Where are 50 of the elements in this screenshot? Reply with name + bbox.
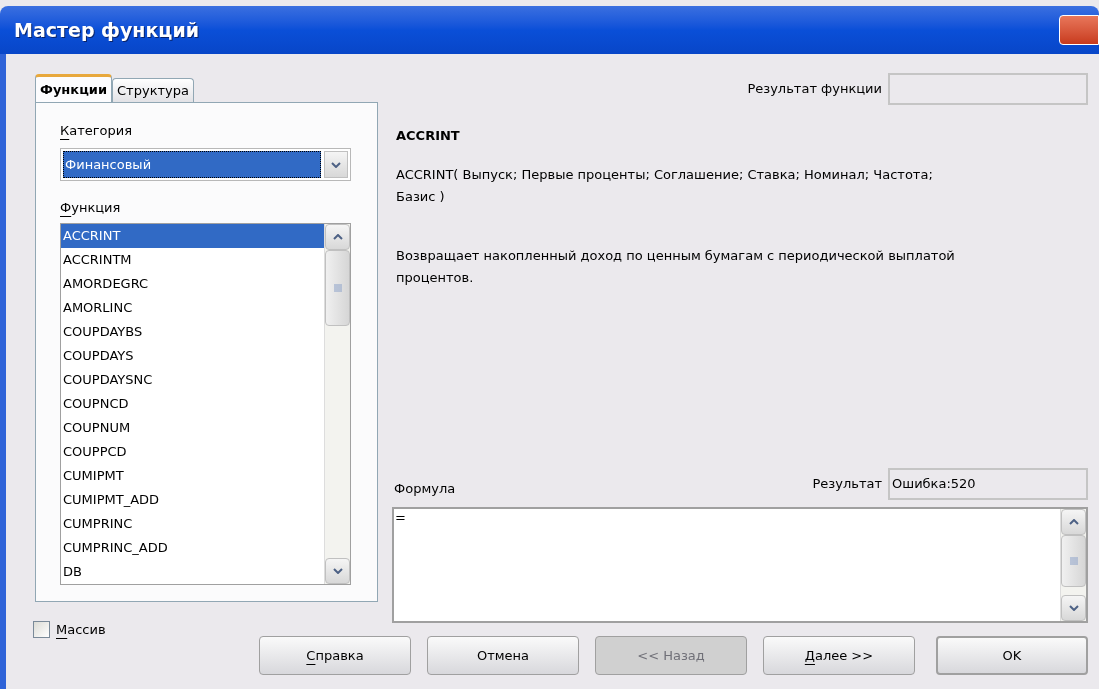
result-label: Результат bbox=[812, 475, 882, 494]
array-checkbox[interactable] bbox=[33, 621, 50, 639]
function-name: ACCRINT bbox=[395, 127, 461, 145]
result-field: Ошибка:520 bbox=[888, 468, 1088, 500]
dropdown-button[interactable] bbox=[324, 151, 348, 178]
dialog-button[interactable]: Справка bbox=[259, 636, 411, 675]
function-item[interactable]: CUMPRINC bbox=[61, 512, 324, 536]
tab[interactable]: Структура bbox=[112, 78, 194, 102]
scroll-down-button[interactable] bbox=[1061, 595, 1086, 621]
function-item[interactable]: COUPPCD bbox=[61, 440, 324, 464]
function-item[interactable]: COUPDAYSNC bbox=[61, 368, 324, 392]
grip-icon bbox=[1069, 556, 1078, 566]
category-label: Категория bbox=[60, 122, 134, 140]
function-item[interactable]: COUPNCD bbox=[61, 392, 324, 416]
function-item[interactable]: COUPDAYS bbox=[61, 344, 324, 368]
tab[interactable]: Функции bbox=[35, 74, 113, 102]
scroll-up-button[interactable] bbox=[325, 224, 350, 250]
scrollbar[interactable] bbox=[324, 224, 350, 584]
function-label: Функция bbox=[60, 199, 122, 217]
window-title: Мастер функций bbox=[14, 17, 200, 43]
function-item[interactable]: DB bbox=[61, 560, 324, 584]
dropdown-value: Финансовый bbox=[63, 151, 321, 178]
function-result-label: Результат функции bbox=[747, 80, 882, 99]
function-item[interactable]: CUMIPMT_ADD bbox=[61, 488, 324, 512]
function-item[interactable]: AMORLINC bbox=[61, 296, 324, 320]
dialog-button[interactable]: OK bbox=[936, 636, 1088, 675]
function-item[interactable]: ACCRINTM bbox=[61, 248, 324, 272]
function-description: Возвращает накопленный доход по ценным бумагам с периодической выплатой процентов. bbox=[395, 246, 956, 287]
formula-value: = bbox=[394, 509, 407, 527]
scroll-up-button[interactable] bbox=[1061, 509, 1086, 535]
dialog-button[interactable]: Отмена bbox=[427, 636, 579, 675]
scroll-down-button[interactable] bbox=[325, 558, 350, 584]
function-item[interactable]: COUPNUM bbox=[61, 416, 324, 440]
scroll-thumb[interactable] bbox=[325, 250, 350, 326]
dialog-button[interactable]: Далее >> bbox=[763, 636, 915, 675]
formula-field[interactable]: = bbox=[392, 507, 1088, 623]
array-label: Массив bbox=[56, 621, 106, 639]
function-item[interactable]: CUMPRINC_ADD bbox=[61, 536, 324, 560]
scroll-thumb[interactable] bbox=[1061, 535, 1086, 587]
function-item[interactable]: CUMIPMT bbox=[61, 464, 324, 488]
function-syntax: ACCRINT( Выпуск; Первые проценты; Соглашение; Ставка; Номинал; Частота; Базис ) bbox=[395, 165, 934, 206]
grip-icon bbox=[333, 283, 342, 293]
formula-label: Формула bbox=[393, 479, 456, 498]
function-item[interactable]: COUPDAYBS bbox=[61, 320, 324, 344]
function-item[interactable]: ACCRINT bbox=[61, 224, 324, 248]
scrollbar[interactable] bbox=[1060, 509, 1086, 621]
close-button[interactable] bbox=[1059, 15, 1099, 45]
function-item[interactable]: AMORDEGRC bbox=[61, 272, 324, 296]
category-dropdown[interactable]: Финансовый bbox=[60, 148, 351, 181]
function-list[interactable]: ACCRINT ACCRINTM AMORDEGRC AMORLINC COUPDAYBS COUPDAYS COUPDAYSNC COUPNCD COUPNUM COUPPCD CUMIPMT CUMIPMT_ADD CUMPRINC CUMPRINC_ADD DB bbox=[60, 223, 351, 585]
